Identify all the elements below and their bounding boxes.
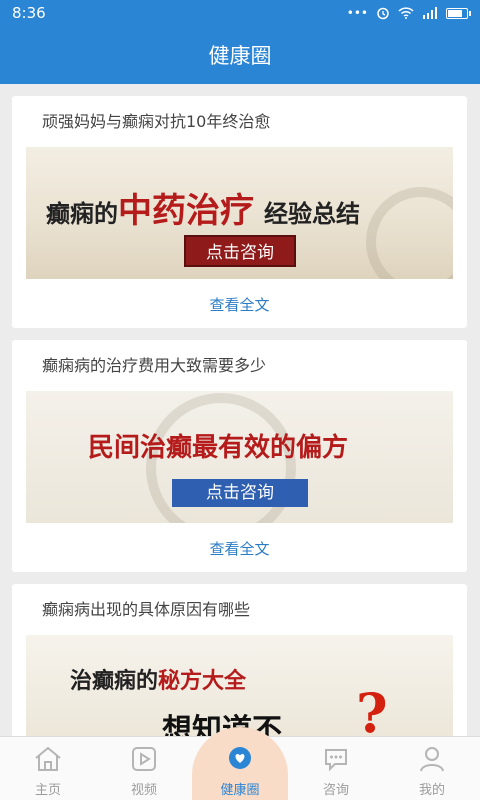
article-list[interactable]: 顽强妈妈与癫痫对抗10年终治愈 癫痫的中药治疗 经验总结 点击咨询 查看全文 癫痫… [0,84,480,736]
article-banner[interactable]: 癫痫的中药治疗 经验总结 点击咨询 [26,147,453,279]
article-title[interactable]: 癫痫病的治疗费用大致需要多少 [42,352,266,376]
decor-swirl [366,187,453,279]
tab-label: 视频 [130,783,157,798]
tab-label: 咨询 [322,783,349,798]
status-time: 8:36 [12,4,46,22]
more-dots-icon: ••• [346,6,368,20]
tab-consult[interactable]: 咨询 [288,737,384,800]
banner-text-part: 癫痫的 [46,199,118,228]
banner-text-part: 经验总结 [264,199,360,228]
banner-text-highlight: 中药治疗 [118,191,254,231]
banner-text-highlight: 秘方大全 [158,668,247,694]
wifi-icon [398,7,414,19]
article-title[interactable]: 顽强妈妈与癫痫对抗10年终治愈 [42,108,270,132]
tab-label: 健康圈 [220,783,260,798]
banner-consult-button[interactable]: 点击咨询 [172,479,308,507]
banner-text-part: 治癫痫的 [70,668,159,694]
article-banner[interactable]: 民间治癫最有效的偏方 点击咨询 [26,391,453,523]
title-bar: 健康圈 [0,26,480,84]
home-icon [35,746,61,771]
tab-health-circle[interactable]: 健康圈 [192,737,288,800]
video-icon [132,747,156,771]
article-title[interactable]: 癫痫病出现的具体原因有哪些 [42,596,250,620]
person-icon [420,747,444,772]
article-card[interactable]: 癫痫病出现的具体原因有哪些 治癫痫的秘方大全 想知道不 ? [12,584,467,736]
tab-label: 我的 [418,783,445,798]
bottom-tab-bar: 主页 视频 健康圈 咨询 我的 [0,727,480,800]
tab-home[interactable]: 主页 [0,737,96,800]
question-mark-icon: ? [356,681,388,736]
article-card[interactable]: 癫痫病的治疗费用大致需要多少 民间治癫最有效的偏方 点击咨询 查看全文 [12,340,467,572]
banner-text: 治癫痫的秘方大全 [70,663,246,695]
chat-icon [325,749,347,772]
page-title: 健康圈 [208,44,272,68]
battery-icon [446,7,471,19]
read-more-link[interactable]: 查看全文 [12,538,467,559]
status-icons: ••• [346,6,471,20]
tab-mine[interactable]: 我的 [384,737,480,800]
tab-video[interactable]: 视频 [96,737,192,800]
signal-icon [423,7,437,19]
alarm-icon [377,7,389,20]
article-banner[interactable]: 治癫痫的秘方大全 想知道不 ? [26,635,453,736]
banner-text: 民间治癫最有效的偏方 [88,433,349,463]
tab-label: 主页 [34,783,61,798]
banner-consult-button[interactable]: 点击咨询 [184,235,296,267]
read-more-link[interactable]: 查看全文 [12,294,467,315]
status-bar: 8:36 ••• [0,0,480,26]
banner-text: 癫痫的中药治疗 经验总结 [46,183,360,232]
heart-circle-icon [229,747,251,769]
article-card[interactable]: 顽强妈妈与癫痫对抗10年终治愈 癫痫的中药治疗 经验总结 点击咨询 查看全文 [12,96,467,328]
